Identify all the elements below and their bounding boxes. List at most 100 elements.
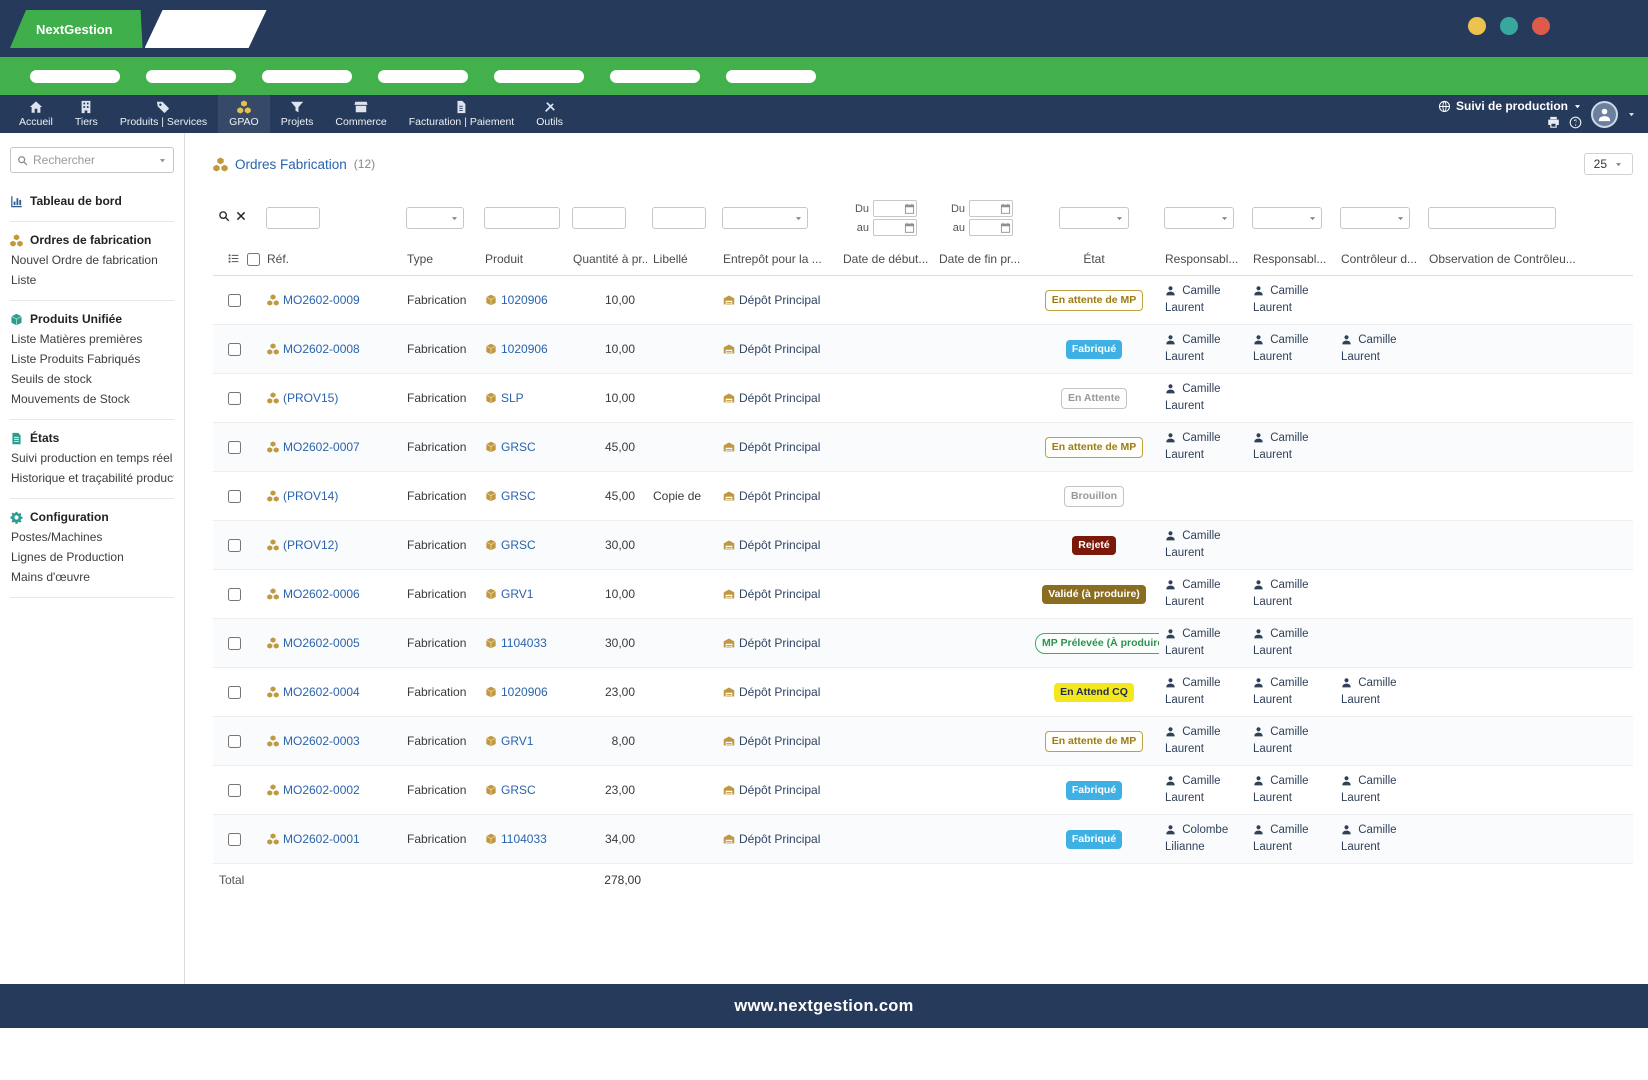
date_end-date-input[interactable] <box>969 200 1013 217</box>
obs-filter-input[interactable] <box>1428 207 1556 229</box>
ref-filter-input[interactable] <box>266 207 320 229</box>
page-title[interactable]: Ordres Fabrication <box>235 157 347 172</box>
ref-link[interactable]: MO2602-0004 <box>283 685 360 699</box>
menu-item-gpao[interactable]: GPAO <box>218 95 270 133</box>
sidebar-item-mains-d-uvre[interactable]: Mains d'œuvre <box>10 567 174 587</box>
row-checkbox[interactable] <box>228 833 241 846</box>
ref-link[interactable]: MO2602-0003 <box>283 734 360 748</box>
footer-url[interactable]: www.nextgestion.com <box>734 997 913 1016</box>
menu-item-projets[interactable]: Projets <box>270 95 325 133</box>
row-checkbox[interactable] <box>228 588 241 601</box>
select-all-checkbox[interactable] <box>247 253 260 266</box>
warehouse-link[interactable]: Dépôt Principal <box>739 734 820 748</box>
menu-pill[interactable] <box>610 70 700 83</box>
sidebar-item-liste-produits-fabriqu-s[interactable]: Liste Produits Fabriqués <box>10 349 174 369</box>
sidebar-section-title[interactable]: Tableau de bord <box>10 191 174 211</box>
search-chevron-down-icon[interactable] <box>158 156 167 165</box>
product-link[interactable]: 1020906 <box>501 293 548 307</box>
warehouse-link[interactable]: Dépôt Principal <box>739 685 820 699</box>
row-checkbox[interactable] <box>228 490 241 503</box>
row-checkbox[interactable] <box>228 392 241 405</box>
search-filter-button[interactable] <box>218 210 230 222</box>
col-header-type[interactable]: Type <box>401 245 479 276</box>
page-size-select[interactable]: 25 <box>1584 153 1633 175</box>
help-icon[interactable] <box>1569 116 1582 129</box>
product-link[interactable]: 1020906 <box>501 685 548 699</box>
product-link[interactable]: GRV1 <box>501 734 533 748</box>
col-header-date_end[interactable]: Date de fin pr... <box>933 245 1029 276</box>
ref-link[interactable]: MO2602-0002 <box>283 783 360 797</box>
menu-pill[interactable] <box>726 70 816 83</box>
warehouse-link[interactable]: Dépôt Principal <box>739 293 820 307</box>
ctrl-filter-select[interactable] <box>1340 207 1410 229</box>
sidebar-item-postes-machines[interactable]: Postes/Machines <box>10 527 174 547</box>
window-control-teal-dot[interactable] <box>1500 17 1518 35</box>
row-checkbox[interactable] <box>228 539 241 552</box>
row-checkbox[interactable] <box>228 441 241 454</box>
avatar-chevron-down-icon[interactable] <box>1627 110 1636 119</box>
menu-item-tiers[interactable]: Tiers <box>64 95 109 133</box>
warehouse-link[interactable]: Dépôt Principal <box>739 342 820 356</box>
printer-icon[interactable] <box>1547 116 1560 129</box>
resp1-filter-select[interactable] <box>1164 207 1234 229</box>
warehouse-link[interactable]: Dépôt Principal <box>739 489 820 503</box>
ref-link[interactable]: (PROV12) <box>283 538 338 552</box>
product-link[interactable]: GRSC <box>501 489 536 503</box>
ref-link[interactable]: (PROV15) <box>283 391 338 405</box>
sidebar-item-suivi-production-en-temps-r-el[interactable]: Suivi production en temps réel <box>10 448 174 468</box>
ref-link[interactable]: MO2602-0007 <box>283 440 360 454</box>
warehouse-link[interactable]: Dépôt Principal <box>739 440 820 454</box>
warehouse-link[interactable]: Dépôt Principal <box>739 832 820 846</box>
product-link[interactable]: 1020906 <box>501 342 548 356</box>
warehouse-link[interactable]: Dépôt Principal <box>739 783 820 797</box>
row-checkbox[interactable] <box>228 343 241 356</box>
col-header-product[interactable]: Produit <box>479 245 567 276</box>
row-checkbox[interactable] <box>228 784 241 797</box>
date_start-date-input[interactable] <box>873 200 917 217</box>
menu-pill[interactable] <box>30 70 120 83</box>
sidebar-item-historique-et-tra-abilit-production[interactable]: Historique et traçabilité production <box>10 468 174 488</box>
menu-pill[interactable] <box>378 70 468 83</box>
sidebar-section-title[interactable]: Ordres de fabrication <box>10 230 174 250</box>
resp2-filter-select[interactable] <box>1252 207 1322 229</box>
sidebar-section-title[interactable]: Configuration <box>10 507 174 527</box>
col-header-obs[interactable]: Observation de Contrôleu... <box>1423 245 1633 276</box>
row-checkbox[interactable] <box>228 735 241 748</box>
menu-item-outils[interactable]: Outils <box>525 95 574 133</box>
col-header-ref[interactable]: Réf. <box>261 245 401 276</box>
menu-pill[interactable] <box>494 70 584 83</box>
row-checkbox[interactable] <box>228 686 241 699</box>
product-link[interactable]: GRSC <box>501 783 536 797</box>
warehouse-link[interactable]: Dépôt Principal <box>739 391 820 405</box>
ref-link[interactable]: MO2602-0009 <box>283 293 360 307</box>
sidebar-item-liste-mati-res-premi-res[interactable]: Liste Matières premières <box>10 329 174 349</box>
product-link[interactable]: 1104033 <box>501 636 547 650</box>
sidebar-item-mouvements-de-stock[interactable]: Mouvements de Stock <box>10 389 174 409</box>
search-input[interactable] <box>33 153 153 167</box>
clear-filter-button[interactable] <box>235 210 247 222</box>
col-header-warehouse[interactable]: Entrepôt pour la ... <box>717 245 837 276</box>
date_start-date-input[interactable] <box>873 219 917 236</box>
window-control-red-dot[interactable] <box>1532 17 1550 35</box>
sidebar-item-lignes-de-production[interactable]: Lignes de Production <box>10 547 174 567</box>
ref-link[interactable]: MO2602-0006 <box>283 587 360 601</box>
date_end-date-input[interactable] <box>969 219 1013 236</box>
brand-logo[interactable]: NextGestion <box>10 10 143 48</box>
sidebar-item-nouvel-ordre-de-fabrication[interactable]: Nouvel Ordre de fabrication <box>10 250 174 270</box>
ref-link[interactable]: MO2602-0001 <box>283 832 360 846</box>
sidebar-section-title[interactable]: Produits Unifiée <box>10 309 174 329</box>
col-header-resp1[interactable]: Responsabl... <box>1159 245 1247 276</box>
col-header-resp2[interactable]: Responsabl... <box>1247 245 1335 276</box>
col-header-qty[interactable]: Quantité à pr... <box>567 245 647 276</box>
row-checkbox[interactable] <box>228 637 241 650</box>
profile-menu[interactable]: Suivi de production <box>1438 99 1582 113</box>
product-link[interactable]: GRSC <box>501 440 536 454</box>
product-link[interactable]: GRSC <box>501 538 536 552</box>
warehouse-filter-select[interactable] <box>722 207 808 229</box>
col-header-label[interactable]: Libellé <box>647 245 717 276</box>
ref-link[interactable]: (PROV14) <box>283 489 338 503</box>
sidebar-item-liste[interactable]: Liste <box>10 270 174 290</box>
row-checkbox[interactable] <box>228 294 241 307</box>
state-filter-select[interactable] <box>1059 207 1129 229</box>
product-filter-input[interactable] <box>484 207 560 229</box>
